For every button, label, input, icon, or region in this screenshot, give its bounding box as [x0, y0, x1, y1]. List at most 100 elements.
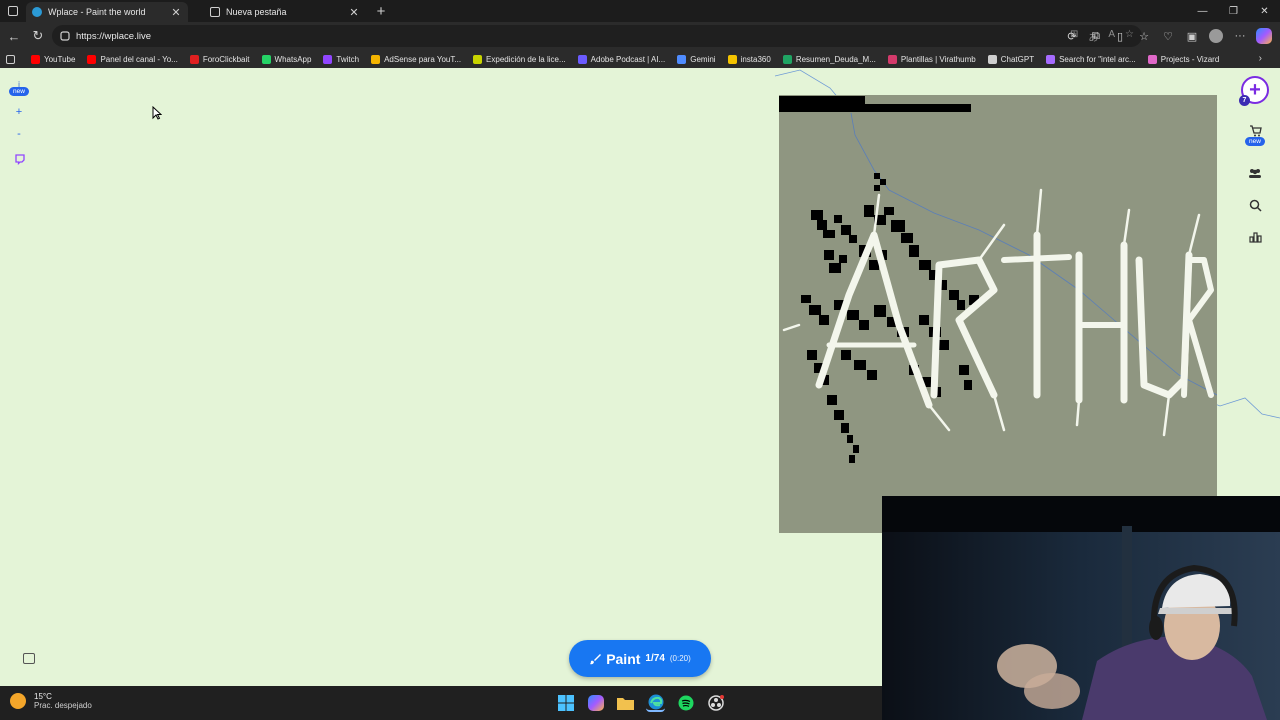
black-pixel-cluster [801, 173, 979, 463]
bookmarks-overflow-chevron-icon[interactable]: › [1259, 53, 1262, 64]
weather-widget[interactable]: 15°C Prac. despejado [10, 692, 92, 710]
zoom-in-button[interactable]: + [16, 106, 22, 118]
browser-toolbar: ← ↻ https://wplace.live ⊞ あ A ☆ ⟳ ⧉ ▯ ☆ … [0, 22, 1280, 50]
collections-icon[interactable]: ▣ [1184, 28, 1200, 44]
bookmark-item[interactable]: Panel del canal - Yo... [87, 54, 178, 64]
restore-icon[interactable]: ❐ [1218, 0, 1249, 22]
bookmark-item[interactable]: Gemini [677, 54, 716, 64]
tab-actions-button[interactable] [0, 0, 26, 22]
bookmark-item[interactable]: WhatsApp [261, 54, 311, 64]
bookmark-label: ChatGPT [1000, 54, 1035, 64]
bookmark-label: Projects - Vizard [1160, 54, 1220, 64]
bookmark-item[interactable]: Adobe Podcast | AI... [577, 54, 665, 64]
favorites-icon[interactable]: ☆ [1136, 28, 1152, 44]
windows-logo-icon [557, 694, 574, 711]
close-tab-icon[interactable]: ✕ [348, 6, 360, 19]
new-tab-button[interactable]: + [370, 1, 392, 21]
paint-cooldown-timer: (0:20) [669, 654, 691, 663]
windows-taskbar: 15°C Prac. despejado [0, 686, 882, 720]
users-button[interactable] [1248, 166, 1262, 180]
profile-avatar[interactable] [1208, 28, 1224, 44]
leaderboard-icon [1248, 232, 1262, 243]
edge-browser-button[interactable] [646, 693, 665, 712]
minimize-icon[interactable]: — [1187, 0, 1218, 22]
close-tab-icon[interactable]: ✕ [170, 6, 182, 19]
bookmark-item[interactable]: YouTube [31, 54, 76, 64]
store-button[interactable]: new [1245, 122, 1265, 148]
arrow-left-icon: ← [7, 28, 21, 44]
left-toolbar: i new + - [6, 80, 32, 165]
mouse-cursor-icon [152, 106, 162, 120]
bookmark-favicon-icon [87, 54, 97, 64]
refresh-extension-icon[interactable]: ⟳ [1064, 28, 1080, 44]
tab-title: Nueva pestaña [226, 7, 287, 17]
bookmark-favicon-icon [1147, 54, 1157, 64]
bookmark-label: ForoClickbait [202, 54, 250, 64]
bookmark-favicon-icon [371, 54, 381, 64]
copilot-taskbar-button[interactable] [586, 693, 605, 712]
paint-button[interactable]: Paint 1/74 (0:20) [569, 640, 711, 677]
url-text: https://wplace.live [76, 30, 151, 42]
paint-charges: 1/74 [645, 653, 665, 664]
tab-wplace[interactable]: Wplace - Paint the world ✕ [26, 2, 188, 22]
users-icon [1249, 169, 1261, 178]
brush-icon [590, 653, 602, 664]
refresh-icon: ↻ [32, 28, 44, 43]
spotify-button[interactable] [676, 693, 695, 712]
bookmark-favicon-icon [323, 54, 333, 64]
bookmark-item[interactable]: AdSense para YouT... [371, 54, 462, 64]
file-explorer-button[interactable] [616, 693, 635, 712]
taskbar-pinned-apps [556, 693, 725, 712]
browser-tab-bar: Wplace - Paint the world ✕ Nueva pestaña… [0, 0, 1280, 22]
bookmark-label: Search for "intel arc... [1059, 54, 1136, 64]
browser-essentials-icon[interactable]: ♡ [1160, 28, 1176, 44]
weather-description: Prac. despejado [34, 701, 92, 710]
copilot-button[interactable] [1256, 28, 1272, 44]
more-menu-icon[interactable]: ··· [1232, 28, 1248, 44]
bookmark-favicon-icon [189, 54, 199, 64]
bookmark-item[interactable]: Plantillas | Virathumb [887, 54, 976, 64]
back-button[interactable]: ← [2, 24, 26, 48]
bookmark-label: YouTube [44, 54, 76, 64]
plus-count-badge: 7 [1239, 95, 1250, 106]
bookmark-favicon-icon [727, 54, 737, 64]
map-layer-icon[interactable] [23, 653, 35, 664]
bookmark-item[interactable]: Expedición de la lice... [473, 54, 566, 64]
bookmark-label: Twitch [336, 54, 360, 64]
tab-title: Wplace - Paint the world [48, 7, 146, 17]
bookmark-item[interactable]: ForoClickbait [189, 54, 250, 64]
new-badge: new [9, 87, 29, 96]
close-window-icon[interactable]: ✕ [1249, 0, 1280, 22]
weather-temperature: 15°C [34, 692, 52, 701]
address-bar[interactable]: https://wplace.live ⊞ あ A ☆ [52, 25, 1142, 47]
search-button[interactable] [1248, 198, 1262, 212]
obs-button[interactable] [706, 693, 725, 712]
start-button[interactable] [556, 693, 575, 712]
bookmark-item[interactable]: Projects - Vizard [1147, 54, 1220, 64]
extensions-icon[interactable]: ⧉ [1088, 28, 1104, 44]
bookmark-label: Panel del canal - Yo... [100, 54, 178, 64]
site-info-icon[interactable] [60, 31, 70, 41]
cart-icon [1249, 124, 1262, 136]
bookmark-item[interactable]: Twitch [323, 54, 360, 64]
bookmark-label: Plantillas | Virathumb [900, 54, 976, 64]
twitch-icon[interactable] [14, 154, 25, 165]
split-screen-icon[interactable]: ▯ [1112, 28, 1128, 44]
bookmark-item[interactable]: Resumen_Deuda_M... [782, 54, 876, 64]
bookmark-item[interactable]: Search for "intel arc... [1046, 54, 1136, 64]
leaderboard-button[interactable] [1248, 230, 1262, 244]
bookmark-favicon-icon [473, 54, 483, 64]
tab-new-tab[interactable]: Nueva pestaña ✕ [204, 2, 366, 22]
plus-add-button[interactable]: + 7 [1239, 76, 1269, 106]
zoom-out-button[interactable]: - [17, 128, 21, 140]
window-controls: — ❐ ✕ [1187, 0, 1280, 22]
bookmarks-folder-icon[interactable] [6, 54, 19, 64]
refresh-button[interactable]: ↻ [26, 24, 50, 48]
page-icon [210, 7, 220, 17]
pixel-artwork-overlay[interactable] [779, 95, 1217, 533]
bookmark-label: AdSense para YouT... [384, 54, 462, 64]
bookmark-item[interactable]: insta360 [727, 54, 771, 64]
streamer-webcam-image [882, 496, 1280, 720]
toolbar-right-actions: ⟳ ⧉ ▯ ☆ ♡ ▣ ··· [1064, 22, 1280, 50]
bookmark-item[interactable]: ChatGPT [987, 54, 1035, 64]
